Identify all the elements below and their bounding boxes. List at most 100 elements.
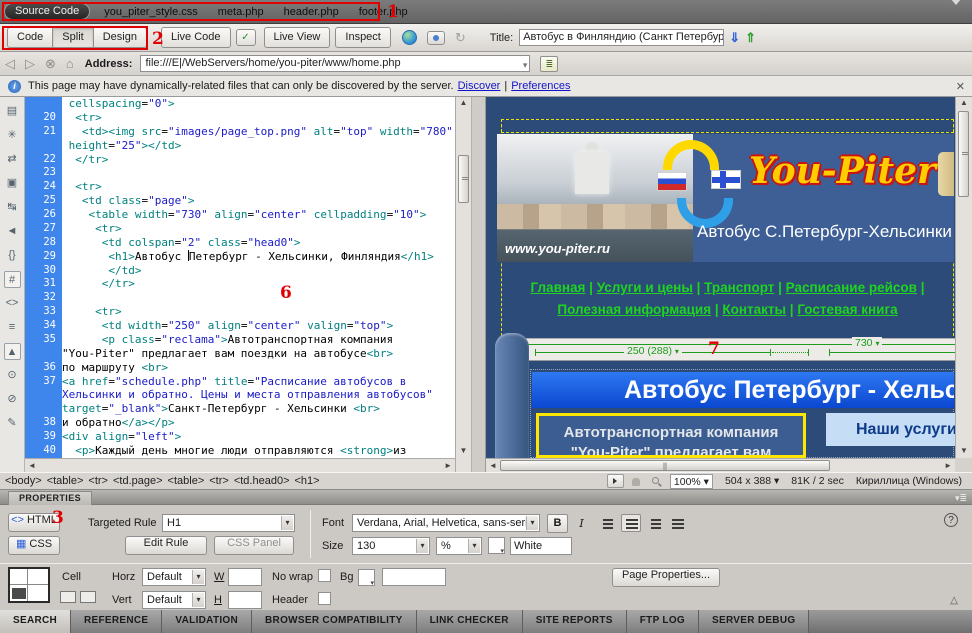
preview-browser-icon[interactable] xyxy=(402,30,417,45)
line-numbers-icon[interactable]: # xyxy=(4,271,21,288)
css-mode-button[interactable]: ▦ CSS xyxy=(8,536,60,555)
hand-tool-icon[interactable] xyxy=(627,474,644,488)
code-line[interactable]: и обратно</a></p> xyxy=(62,416,455,430)
nav-link[interactable]: Главная xyxy=(531,280,586,295)
code-line[interactable] xyxy=(62,166,455,180)
column-width-label[interactable]: 250 (288) ▾ xyxy=(624,345,682,357)
tag-selector-item[interactable]: <td.head0> xyxy=(234,475,290,487)
panel-menu-icon[interactable]: ▾≣ xyxy=(955,493,967,504)
code-line[interactable]: </tr> xyxy=(62,277,455,291)
nav-link[interactable]: Гостевая книга xyxy=(797,302,897,317)
edit-rule-button[interactable]: Edit Rule xyxy=(125,536,207,555)
nav-link[interactable]: Транспорт xyxy=(704,280,774,295)
back-icon[interactable]: ◁ xyxy=(5,56,15,72)
code-line[interactable]: <td width="250" align="center" valign="t… xyxy=(62,319,455,333)
file-put-icon[interactable]: ⇑ xyxy=(745,30,756,46)
code-line[interactable]: по маршруту <br> xyxy=(62,361,455,375)
header-checkbox[interactable] xyxy=(318,592,331,605)
bold-button[interactable]: B xyxy=(547,514,568,533)
align-right-button[interactable] xyxy=(644,514,664,532)
address-dropdown-icon[interactable]: ▾ xyxy=(523,58,528,73)
code-line[interactable]: target="_blank">Санкт-Петербург - Хельси… xyxy=(62,402,455,416)
design-horizontal-scrollbar[interactable]: ◄ ► xyxy=(486,458,955,472)
tag-selector-item[interactable]: <body> xyxy=(5,475,42,487)
w-input[interactable] xyxy=(228,568,262,586)
code-line[interactable]: <tr> xyxy=(62,222,455,236)
forward-icon[interactable]: ▷ xyxy=(25,56,35,72)
code-line[interactable]: <tr> xyxy=(62,111,455,125)
italic-button[interactable]: I xyxy=(571,514,592,533)
services-heading-box[interactable]: Наши услуги xyxy=(826,413,955,446)
nav-link[interactable]: Контакты xyxy=(722,302,786,317)
code-line[interactable]: "You-Piter" предлагает вам поездки на ав… xyxy=(62,347,455,361)
results-tab-server-debug[interactable]: SERVER DEBUG xyxy=(699,610,809,633)
live-view-button[interactable]: Live View xyxy=(264,27,331,48)
properties-tab[interactable]: PROPERTIES xyxy=(8,491,92,505)
size-unit-combo[interactable]: %▾ xyxy=(436,537,482,555)
apply-comment-icon[interactable]: ⊙ xyxy=(4,367,21,384)
zoom-tool-icon[interactable] xyxy=(647,474,664,488)
code-line[interactable]: Хельсинки и обратно. Цены и места отправ… xyxy=(62,388,455,402)
collapse-selection-icon[interactable]: ▣ xyxy=(4,175,21,192)
code-line[interactable]: </td> xyxy=(62,264,455,278)
collapse-full-tag-icon[interactable]: ⇄ xyxy=(4,151,21,168)
code-line[interactable]: cellspacing="0"> xyxy=(62,97,455,111)
code-line[interactable]: <div align="left"> xyxy=(62,430,455,444)
tag-selector-item[interactable]: <table> xyxy=(47,475,84,487)
design-pane[interactable]: www.you-piter.ru You-Piter Автобус С.Пет… xyxy=(486,97,972,472)
word-wrap-icon[interactable]: ≡ xyxy=(4,319,21,336)
snippets-icon[interactable]: ✳ xyxy=(4,127,21,144)
code-line[interactable]: <tr> xyxy=(62,180,455,194)
tag-selector-item[interactable]: <tr> xyxy=(88,475,108,487)
split-cell-icon[interactable] xyxy=(80,591,96,603)
bg-color-input[interactable] xyxy=(382,568,446,586)
tag-selector-item[interactable]: <tr> xyxy=(209,475,229,487)
design-canvas[interactable]: www.you-piter.ru You-Piter Автобус С.Пет… xyxy=(486,97,955,458)
page-properties-button[interactable]: Page Properties... xyxy=(612,568,720,587)
address-input[interactable]: file:///E|/WebServers/home/you-piter/www… xyxy=(140,55,530,72)
balance-braces-icon[interactable]: {} xyxy=(4,247,21,264)
remove-comment-icon[interactable]: ⊘ xyxy=(4,391,21,408)
code-editor[interactable]: cellspacing="0"> <tr> <td><img src="imag… xyxy=(62,97,455,458)
collapse-panel-icon[interactable]: △ xyxy=(950,595,958,606)
code-line[interactable]: <a href="schedule.php" title="Расписание… xyxy=(62,375,455,389)
align-left-button[interactable] xyxy=(598,514,618,532)
file-get-icon[interactable]: ⇓ xyxy=(729,30,740,46)
merge-cells-icon[interactable] xyxy=(60,591,76,603)
horz-combo[interactable]: Default▾ xyxy=(142,568,206,586)
select-parent-tag-icon[interactable]: ◄ xyxy=(4,223,21,240)
code-pane[interactable]: ▤✳⇄▣↹◄{}#<>≡▲⊙⊘✎» 2021222324252627282930… xyxy=(0,97,471,472)
tag-selector-item[interactable]: <td.page> xyxy=(113,475,163,487)
results-tab-validation[interactable]: VALIDATION xyxy=(162,610,252,633)
results-tab-link-checker[interactable]: LINK CHECKER xyxy=(417,610,523,633)
code-vertical-scrollbar[interactable]: ▲ ▼ xyxy=(455,97,471,472)
design-h1-heading[interactable]: Автобус Петербург - Хельсин xyxy=(532,372,954,408)
check-browser-compat-icon[interactable]: ✓ xyxy=(236,29,256,46)
nowrap-checkbox[interactable] xyxy=(318,569,331,582)
close-infobar-icon[interactable]: ✕ xyxy=(956,80,965,93)
filter-funnel-icon[interactable] xyxy=(950,5,964,18)
select-tool-icon[interactable] xyxy=(607,474,624,488)
stop-icon[interactable]: ⊗ xyxy=(45,56,56,72)
code-line[interactable]: <p>Каждый день многие люди отправляются … xyxy=(62,444,455,458)
align-center-button[interactable] xyxy=(621,514,641,532)
text-color-swatch[interactable] xyxy=(488,537,505,554)
code-line[interactable]: <tr> xyxy=(62,305,455,319)
code-line[interactable]: <p class="reclama">Автотранспортная комп… xyxy=(62,333,455,347)
font-combo[interactable]: Verdana, Arial, Helvetica, sans-serif▾ xyxy=(352,514,540,532)
code-line[interactable]: <td colspan="2" class="head0"> xyxy=(62,236,455,250)
expand-all-icon[interactable]: ↹ xyxy=(4,199,21,216)
code-line[interactable] xyxy=(62,291,455,305)
css-panel-button[interactable]: CSS Panel xyxy=(214,536,294,555)
promo-box[interactable]: Автотранспортная компания "You-Piter" пр… xyxy=(536,413,806,458)
nav-link[interactable]: Расписание рейсов xyxy=(786,280,917,295)
bg-color-swatch[interactable] xyxy=(358,569,375,586)
table-width-bar[interactable]: 730 ▾ 250 (288) ▾ xyxy=(524,338,955,361)
design-vertical-scrollbar[interactable]: ▲ ▼ xyxy=(955,97,972,458)
code-line[interactable]: </tr> xyxy=(62,153,455,167)
targeted-rule-combo[interactable]: H1▾ xyxy=(162,514,295,532)
zoom-level-combo[interactable]: 100% ▾ xyxy=(670,474,713,489)
h-input[interactable] xyxy=(228,591,262,609)
code-horizontal-scrollbar[interactable]: ◄ ► xyxy=(25,458,455,472)
code-line[interactable]: <table width="730" align="center" cellpa… xyxy=(62,208,455,222)
